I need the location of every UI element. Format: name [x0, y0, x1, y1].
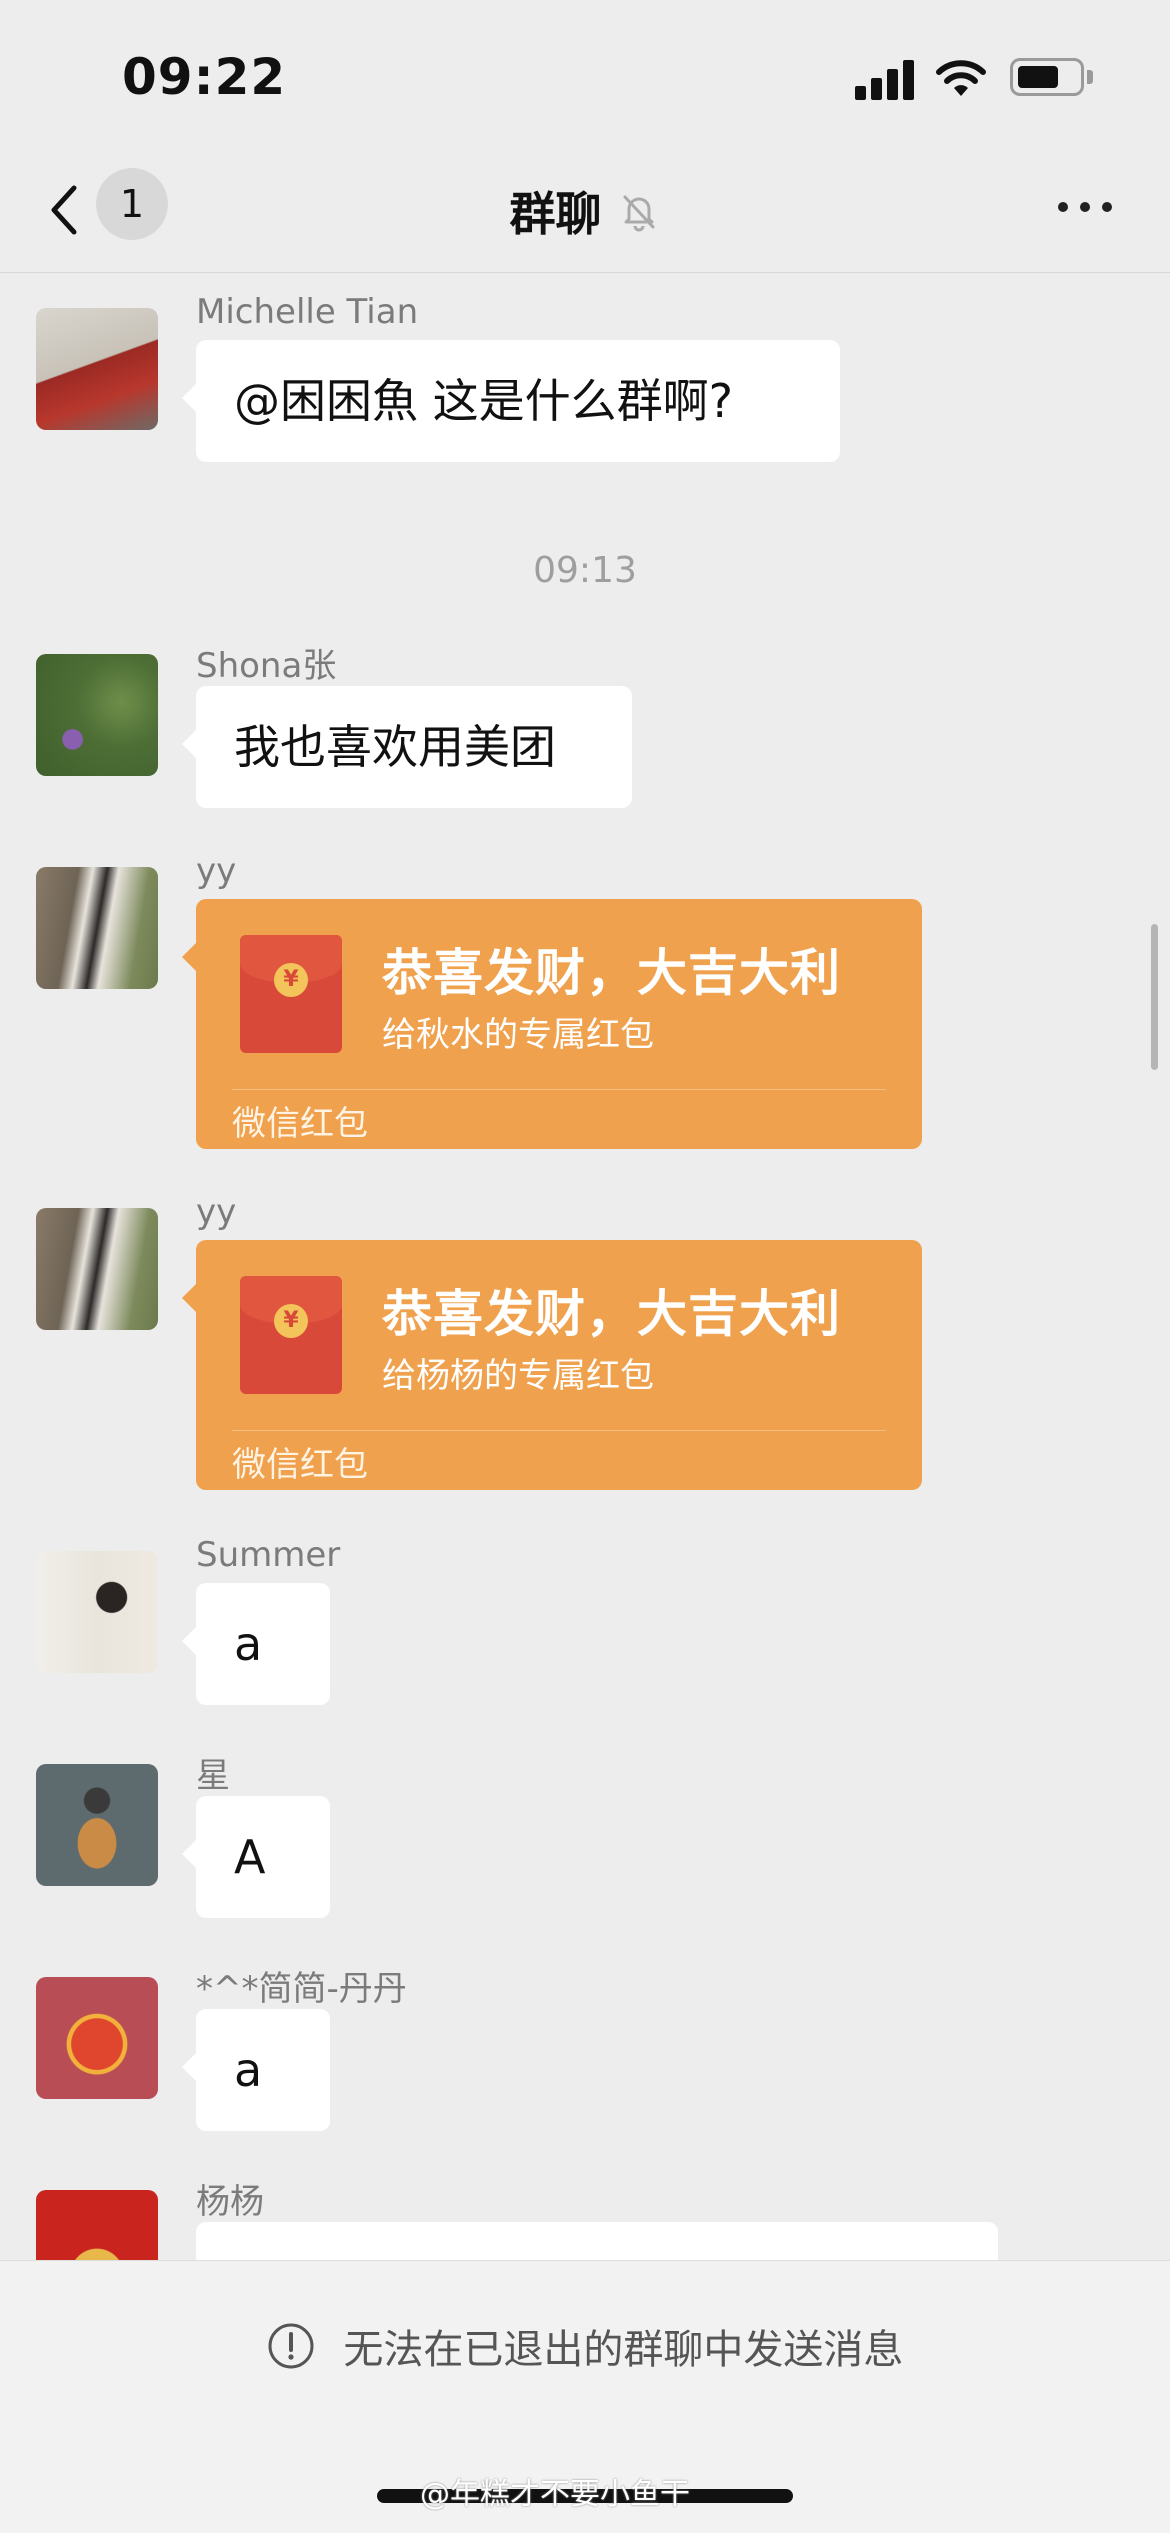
- scrollbar[interactable]: [1151, 924, 1158, 1070]
- sender-name: yy: [196, 851, 237, 891]
- sender-name: 星: [196, 1756, 230, 1796]
- sender-name: Michelle Tian: [196, 292, 419, 332]
- red-packet-footer: 微信红包: [232, 1104, 368, 1144]
- exit-notice: 无法在已退出的群聊中发送消息: [0, 2317, 1170, 2375]
- divider: [232, 1430, 886, 1431]
- exit-notice-text: 无法在已退出的群聊中发送消息: [343, 2327, 904, 2373]
- text-bubble[interactable]: 我也喜欢用美团: [182, 686, 632, 808]
- avatar[interactable]: [36, 308, 158, 430]
- text-bubble[interactable]: @困困魚 这是什么群啊?: [182, 340, 840, 462]
- text-bubble[interactable]: [196, 2222, 998, 2260]
- avatar[interactable]: [36, 2190, 158, 2260]
- text-bubble[interactable]: a: [182, 1583, 330, 1705]
- red-packet-subtitle: 给秋水的专属红包: [382, 1015, 654, 1055]
- battery-cap: [1087, 70, 1093, 84]
- red-packet-title: 恭喜发财，大吉大利: [382, 944, 841, 1002]
- bottom-panel: 无法在已退出的群聊中发送消息 @年糕才不要小鱼干: [0, 2260, 1170, 2533]
- status-bar: 09:22: [0, 0, 1170, 150]
- red-packet-subtitle: 给杨杨的专属红包: [382, 1356, 654, 1396]
- avatar[interactable]: [36, 654, 158, 776]
- text-bubble[interactable]: a: [182, 2009, 330, 2131]
- wifi-icon: [936, 60, 986, 96]
- more-dots-icon[interactable]: [1050, 192, 1120, 222]
- watermark-text: @年糕才不要小鱼干: [420, 2477, 690, 2512]
- page-title: 群聊: [509, 187, 602, 241]
- text-bubble[interactable]: A: [182, 1796, 330, 1918]
- sender-name: 杨杨: [196, 2182, 264, 2222]
- sender-name: Summer: [196, 1535, 341, 1575]
- red-packet-footer: 微信红包: [232, 1445, 368, 1485]
- yuan-coin-icon: ¥: [274, 1304, 308, 1338]
- avatar[interactable]: [36, 1764, 158, 1886]
- red-packet-icon: ¥: [240, 935, 342, 1053]
- red-packet-icon: ¥: [240, 1276, 342, 1394]
- avatar[interactable]: [36, 867, 158, 989]
- red-packet-card[interactable]: ¥ 恭喜发财，大吉大利 给杨杨的专属红包 微信红包: [182, 1240, 922, 1490]
- mute-bell-icon: [623, 195, 655, 232]
- divider: [232, 1089, 886, 1090]
- nav-bar: 1 群聊: [0, 150, 1170, 273]
- battery-icon: [1010, 58, 1084, 96]
- exclamation-circle-icon: [268, 2323, 314, 2369]
- sender-name: Shona张: [196, 646, 337, 686]
- chat-message-list[interactable]: Michelle Tian @困困魚 这是什么群啊? 09:13 Shona张 …: [0, 272, 1170, 2260]
- cellular-signal-icon: [855, 58, 915, 100]
- message-timestamp: 09:13: [533, 550, 637, 591]
- status-time: 09:22: [122, 48, 287, 106]
- red-packet-card[interactable]: ¥ 恭喜发财，大吉大利 给秋水的专属红包 微信红包: [182, 899, 922, 1149]
- avatar[interactable]: [36, 1208, 158, 1330]
- sender-name: *^*简简-丹丹: [196, 1969, 407, 2009]
- avatar[interactable]: [36, 1977, 158, 2099]
- red-packet-title: 恭喜发财，大吉大利: [382, 1285, 841, 1343]
- yuan-coin-icon: ¥: [274, 963, 308, 997]
- avatar[interactable]: [36, 1551, 158, 1673]
- nav-title-wrap: 群聊: [0, 178, 1170, 244]
- sender-name: yy: [196, 1192, 237, 1232]
